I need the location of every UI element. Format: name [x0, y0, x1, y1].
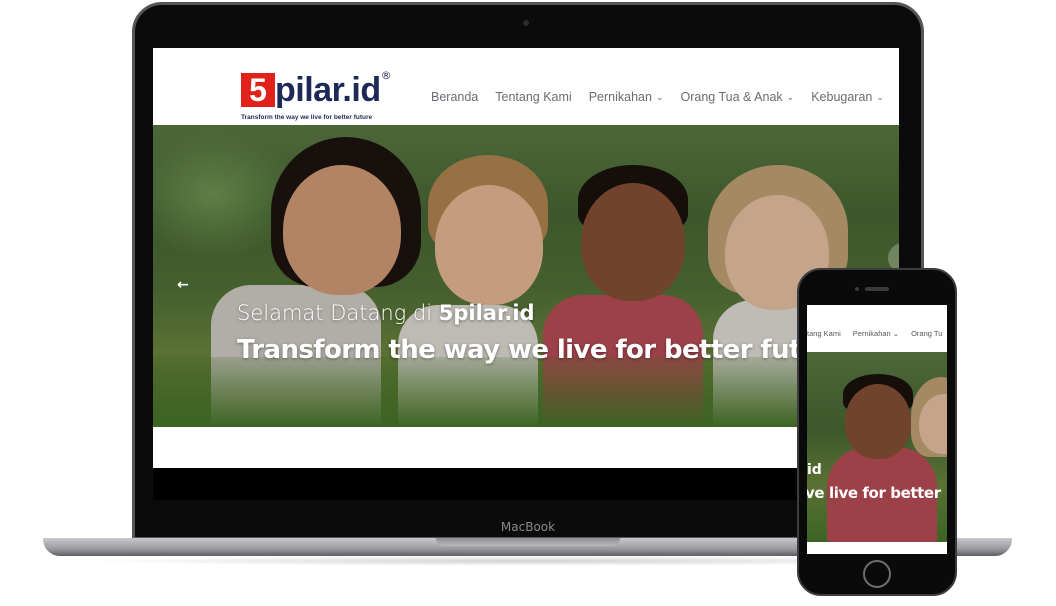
menu-item-kebugaran[interactable]: Kebugaran ⌄: [811, 90, 884, 104]
hero-title-brand: 5pilar.id: [438, 301, 535, 325]
phone-menu-item[interactable]: Pernikahan ⌄: [853, 329, 899, 338]
registered-mark: ®: [380, 69, 392, 82]
phone-hero-overlay: [807, 352, 947, 542]
phone-menu-item[interactable]: tang Kami: [807, 329, 841, 338]
menu-item-label: Tentang Kami: [495, 90, 572, 104]
logo-tagline: Transform the way we live for better fut…: [241, 114, 373, 121]
phone-camera-icon: [855, 287, 859, 291]
chevron-down-icon: ⌄: [876, 91, 884, 102]
hero-title: Selamat Datang di 5pilar.id: [237, 301, 535, 325]
phone-speaker: [865, 287, 889, 291]
logo-word: pilar.id: [275, 71, 381, 109]
site-navbar: 5 pilar.id® Transform the way we live for…: [153, 48, 899, 125]
logo-number: 5: [241, 73, 275, 107]
laptop-notch: [436, 538, 620, 546]
menu-item-beranda[interactable]: Beranda: [431, 90, 478, 104]
phone-hero: id ve live for better: [807, 352, 947, 542]
site-logo[interactable]: 5 pilar.id®: [241, 69, 392, 109]
menu-item-label: Beranda: [431, 90, 479, 104]
phone-screen: tang Kami Pernikahan ⌄ Orang Tu id ve li…: [807, 305, 947, 554]
menu-item-orang-tua-anak[interactable]: Orang Tua & Anak ⌄: [681, 90, 795, 104]
menu-item-label: Pernikahan: [588, 90, 652, 104]
main-menu: Beranda Tentang Kami Pernikahan ⌄ Orang …: [431, 90, 899, 104]
phone-hero-subtitle: ve live for better: [807, 484, 941, 502]
hero-slider: ← Selamat Datang di 5pilar.id Transform …: [153, 125, 899, 427]
site-content-area: [153, 427, 899, 468]
chevron-down-icon: ⌄: [786, 91, 795, 102]
laptop-camera-icon: [523, 20, 529, 26]
menu-item-pernikahan[interactable]: Pernikahan ⌄: [589, 90, 664, 104]
hero-title-prefix: Selamat Datang di: [237, 301, 439, 325]
phone-content-area: [807, 542, 947, 554]
chevron-down-icon: ⌄: [655, 91, 664, 102]
laptop-screen: 5 pilar.id® Transform the way we live for…: [153, 48, 899, 500]
menu-item-tentang-kami[interactable]: Tentang Kami: [495, 90, 571, 104]
hero-overlay: [153, 125, 899, 427]
phone-menu-item[interactable]: Orang Tu: [911, 329, 942, 338]
arrow-left-icon[interactable]: ←: [177, 277, 189, 293]
phone-hero-title: id: [807, 462, 822, 478]
phone-menu: tang Kami Pernikahan ⌄ Orang Tu: [807, 329, 947, 338]
website: 5 pilar.id® Transform the way we live for…: [153, 48, 899, 468]
hero-subtitle: Transform the way we live for better fut: [237, 335, 801, 365]
menu-item-label: Orang Tua & Anak: [680, 90, 783, 104]
menu-item-label: Kebugaran: [811, 90, 873, 104]
phone-home-button[interactable]: [863, 560, 891, 588]
